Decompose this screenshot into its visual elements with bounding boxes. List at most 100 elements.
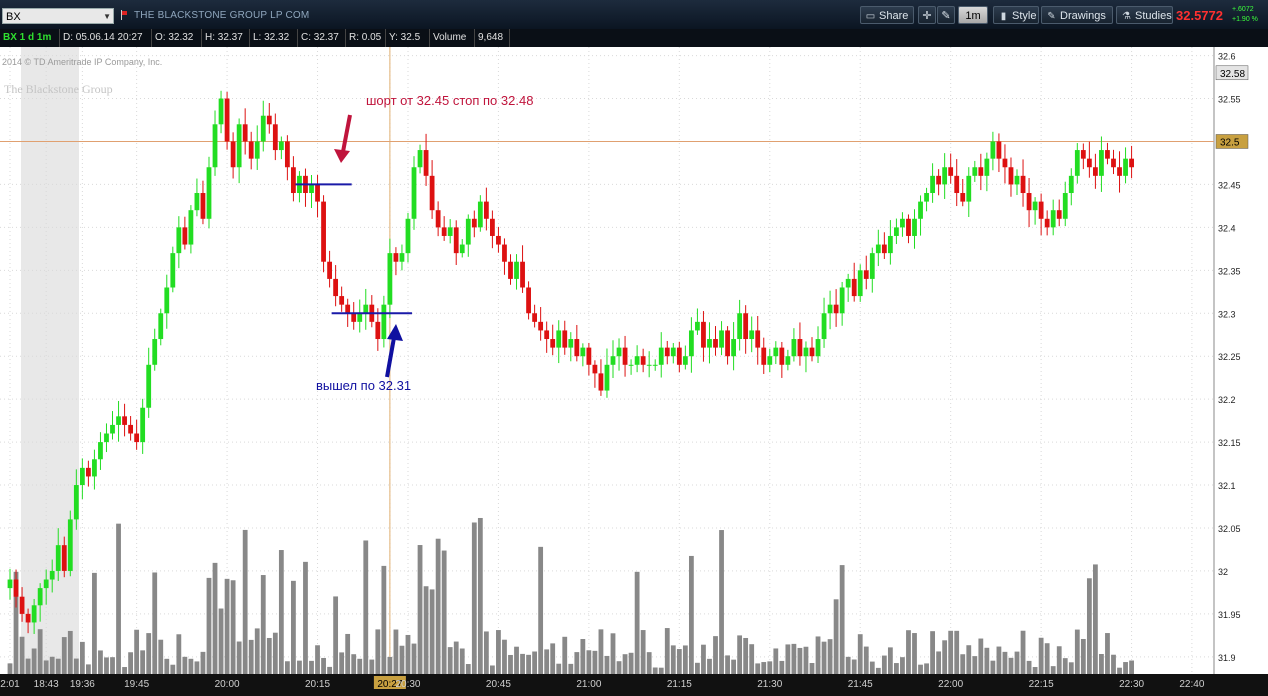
volume-bar bbox=[622, 654, 628, 674]
candle-body bbox=[110, 424, 115, 434]
candle-body bbox=[236, 124, 242, 168]
volume-bar bbox=[652, 667, 658, 674]
candle-body bbox=[339, 296, 345, 305]
volume-bar bbox=[658, 667, 664, 674]
volume-bar bbox=[918, 664, 923, 674]
volume-bar bbox=[465, 664, 471, 674]
volume-bar bbox=[520, 653, 525, 674]
crosshair-button[interactable]: ✛ bbox=[918, 6, 936, 24]
candle-body bbox=[465, 218, 471, 245]
volume-bar bbox=[526, 654, 531, 674]
volume-bar bbox=[1026, 660, 1032, 674]
flag-icon[interactable] bbox=[120, 10, 128, 20]
x-tick-label: 22:15 bbox=[1029, 679, 1054, 690]
chart-area[interactable]: 32.6 32.55 32.5 32.45 32.4 32.35 32.3 32.25 32.2… bbox=[0, 47, 1268, 696]
studies-button[interactable]: ⚗ Studies bbox=[1116, 6, 1173, 24]
candle-body bbox=[411, 167, 417, 219]
x-tick-label: 21:15 bbox=[667, 679, 692, 690]
copyright-watermark: 2014 © TD Ameritrade IP Company, Inc. bbox=[2, 57, 162, 67]
candle-body bbox=[351, 313, 357, 322]
volume-bar bbox=[122, 667, 127, 674]
volume-bar bbox=[803, 646, 809, 674]
volume-bar bbox=[815, 636, 821, 674]
volume-bar bbox=[598, 629, 604, 674]
candle-body bbox=[200, 193, 206, 219]
volume-bar bbox=[1123, 662, 1128, 674]
volume-bar bbox=[435, 538, 441, 674]
volume-bar bbox=[134, 629, 140, 674]
candle-body bbox=[453, 227, 459, 254]
candle-body bbox=[755, 330, 761, 348]
exit-note: вышел по 32.31 bbox=[316, 378, 411, 393]
volume-bar bbox=[19, 636, 25, 674]
share-button[interactable]: ▭ Share bbox=[860, 6, 914, 24]
volume-bar bbox=[1002, 651, 1008, 674]
candle-body bbox=[435, 210, 441, 228]
candle-body bbox=[966, 175, 972, 202]
candle-body bbox=[568, 339, 574, 348]
candle-body bbox=[387, 253, 393, 305]
candle-body bbox=[1044, 218, 1050, 228]
volume-bar bbox=[845, 656, 851, 674]
volume-bar bbox=[1093, 564, 1098, 674]
symbol-input[interactable]: BX ▼ bbox=[2, 8, 114, 24]
volume-bar bbox=[1105, 633, 1110, 674]
volume-bar bbox=[25, 658, 31, 674]
volume-bar bbox=[827, 639, 833, 674]
candle-body bbox=[496, 235, 501, 245]
chevron-down-icon[interactable]: ▼ bbox=[103, 9, 111, 25]
volume-bar bbox=[755, 663, 761, 674]
share-icon: ▭ bbox=[865, 11, 876, 22]
volume-bar bbox=[544, 649, 550, 674]
volume-bar bbox=[164, 658, 170, 674]
candle-body bbox=[616, 347, 622, 357]
volume-bar bbox=[725, 655, 730, 674]
candle-body bbox=[224, 98, 230, 142]
x-tick-label: 19:36 bbox=[70, 679, 95, 690]
candle-body bbox=[49, 570, 55, 580]
volume-bar bbox=[550, 643, 556, 674]
candle-body bbox=[61, 545, 67, 571]
candle-body bbox=[399, 253, 405, 262]
info-low: L: 32.32 bbox=[250, 29, 298, 47]
style-button[interactable]: ▮ Style bbox=[993, 6, 1039, 24]
candle-body bbox=[881, 244, 887, 254]
y-tick-label: 32.6 bbox=[1218, 52, 1236, 62]
drawings-button[interactable]: ✎ Drawings bbox=[1041, 6, 1113, 24]
volume-bar bbox=[875, 667, 881, 674]
time-axis bbox=[0, 674, 1268, 696]
candle-body bbox=[309, 184, 314, 194]
volume-bar bbox=[960, 654, 966, 674]
volume-bar bbox=[363, 540, 369, 674]
candle-body bbox=[182, 227, 188, 245]
volume-bar bbox=[894, 663, 899, 674]
volume-bar bbox=[272, 632, 278, 674]
info-volume-value: 9,648 bbox=[475, 29, 510, 47]
candle-body bbox=[520, 261, 525, 288]
candle-body bbox=[73, 485, 79, 520]
candle-body bbox=[845, 278, 851, 288]
candle-body bbox=[254, 141, 260, 159]
candle-body bbox=[7, 579, 13, 589]
change-percent: +1.90 % bbox=[1232, 16, 1258, 23]
volume-bar bbox=[1086, 578, 1092, 674]
volume-bar bbox=[1111, 654, 1116, 674]
candle-body bbox=[441, 227, 447, 236]
timeframe-button[interactable]: 1m bbox=[958, 6, 988, 24]
settings-button[interactable]: ✎ bbox=[937, 6, 955, 24]
volume-bar bbox=[61, 637, 67, 674]
volume-bar bbox=[218, 608, 224, 674]
y-tick-label: 32.55 bbox=[1218, 95, 1241, 105]
volume-bar bbox=[67, 630, 73, 674]
volume-bar bbox=[869, 661, 875, 674]
y-tick-label: 31.9 bbox=[1218, 653, 1236, 663]
volume-bar bbox=[863, 646, 869, 674]
volume-bar bbox=[508, 654, 513, 674]
crosshair-icon: ✛ bbox=[922, 10, 932, 22]
candle-body bbox=[634, 356, 640, 365]
volume-bar bbox=[315, 645, 320, 674]
volume-bar bbox=[37, 629, 43, 674]
candle-body bbox=[1014, 175, 1020, 185]
candle-body bbox=[19, 596, 25, 614]
volume-bar bbox=[688, 555, 694, 674]
